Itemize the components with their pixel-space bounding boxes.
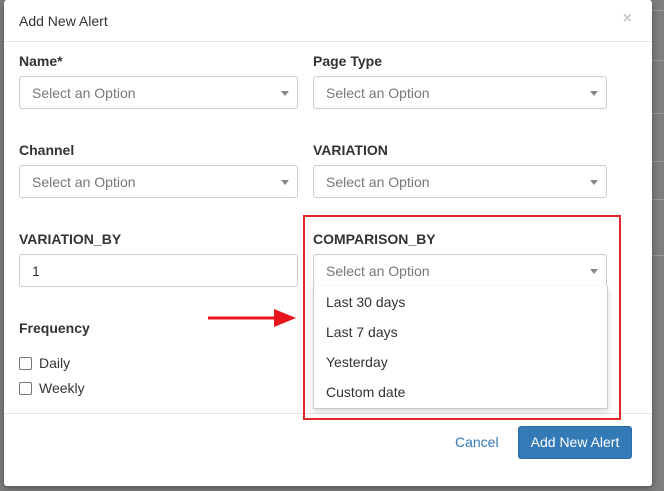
comparison-by-dropdown: Last 30 days Last 7 days Yesterday Custo… <box>313 286 608 409</box>
weekly-label: Weekly <box>39 380 85 396</box>
variation-by-input[interactable]: 1 <box>19 254 298 287</box>
frequency-label: Frequency <box>19 320 90 336</box>
page-type-select[interactable]: Select an Option <box>313 76 607 109</box>
comparison-by-select[interactable]: Select an Option <box>313 254 607 287</box>
add-new-alert-button[interactable]: Add New Alert <box>518 426 632 459</box>
dropdown-option-custom-date[interactable]: Custom date <box>314 376 607 406</box>
chevron-down-icon <box>590 180 598 185</box>
channel-select[interactable]: Select an Option <box>19 165 298 198</box>
channel-label: Channel <box>19 142 75 158</box>
variation-by-label: VARIATION_BY <box>19 231 122 247</box>
arrow-right-icon <box>208 309 296 327</box>
variation-select-placeholder: Select an Option <box>326 174 430 190</box>
comparison-by-label: COMPARISON_BY <box>313 231 436 247</box>
frequency-weekly-option[interactable]: Weekly <box>19 380 85 396</box>
modal-title: Add New Alert <box>19 13 108 29</box>
dropdown-option-last-7-days[interactable]: Last 7 days <box>314 316 607 346</box>
page-type-select-placeholder: Select an Option <box>326 85 430 101</box>
add-alert-modal: Add New Alert × Name* Select an Option P… <box>4 0 652 486</box>
page-type-label: Page Type <box>313 53 382 69</box>
daily-checkbox[interactable] <box>19 356 32 370</box>
dropdown-option-last-30-days[interactable]: Last 30 days <box>314 286 607 316</box>
comparison-by-select-placeholder: Select an Option <box>326 263 430 279</box>
chevron-down-icon <box>281 180 289 185</box>
modal-header: Add New Alert × <box>4 0 652 42</box>
chevron-down-icon <box>590 91 598 96</box>
dropdown-option-yesterday[interactable]: Yesterday <box>314 346 607 376</box>
variation-select[interactable]: Select an Option <box>313 165 607 198</box>
name-label: Name* <box>19 53 63 69</box>
variation-label: VARIATION <box>313 142 388 158</box>
chevron-down-icon <box>590 269 598 274</box>
chevron-down-icon <box>281 91 289 96</box>
close-icon[interactable]: × <box>623 10 632 28</box>
channel-select-placeholder: Select an Option <box>32 174 136 190</box>
cancel-button[interactable]: Cancel <box>455 434 499 450</box>
variation-by-value: 1 <box>32 263 40 279</box>
name-select[interactable]: Select an Option <box>19 76 298 109</box>
weekly-checkbox[interactable] <box>19 381 32 395</box>
daily-label: Daily <box>39 355 71 371</box>
frequency-daily-option[interactable]: Daily <box>19 355 70 371</box>
name-select-placeholder: Select an Option <box>32 85 136 101</box>
